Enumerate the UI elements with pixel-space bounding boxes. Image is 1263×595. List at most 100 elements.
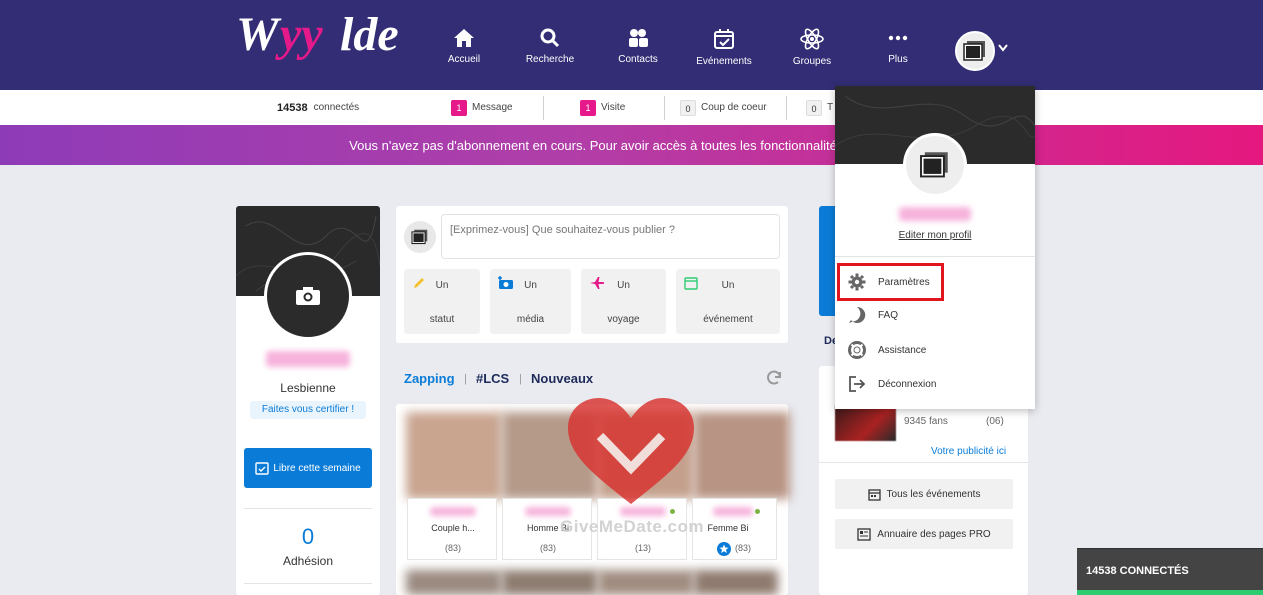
faq-menu-item[interactable]: ? FAQ [835, 298, 1035, 332]
post-travel-button[interactable]: Un voyage [581, 269, 666, 334]
tab-separator: | [464, 373, 467, 385]
edit-profile-link[interactable]: Editer mon profil [835, 230, 1035, 241]
availability-button[interactable]: Libre cette semaine [244, 448, 372, 488]
certify-link[interactable]: Faites vous certifier ! [250, 401, 366, 419]
crush-label: Coup de coeur [701, 102, 767, 113]
member-photo-blurred[interactable] [406, 412, 502, 499]
member-count: (83) [735, 543, 752, 553]
page-thumbnail[interactable] [835, 405, 896, 441]
tab-nouveaux[interactable]: Nouveaux [531, 371, 593, 386]
fans-number: (06) [986, 416, 1004, 427]
member-count: (13) [634, 543, 651, 553]
member-card[interactable]: Femme Bi (83) [692, 498, 777, 560]
svg-text:yy: yy [275, 8, 323, 61]
nav-search-label: Recherche [525, 54, 575, 65]
message-badge: 1 [451, 99, 467, 116]
post-status-line1: Un [435, 280, 449, 291]
divider [244, 583, 372, 584]
post-event-button[interactable]: Un événement [676, 269, 780, 334]
nav-search[interactable]: Recherche [510, 28, 590, 65]
atom-icon [800, 28, 824, 50]
post-travel-line1: Un [617, 280, 630, 291]
member-type: Couple h... [431, 523, 475, 533]
post-event-line2: événement [703, 314, 753, 325]
post-media-line2: média [516, 314, 545, 325]
member-card[interactable]: Couple h... (83) [407, 498, 497, 560]
member-name-blurred [620, 507, 666, 516]
subscription-banner: Vous n'avez pas d'abonnement en cours. P… [0, 125, 1263, 165]
logout-menu-item[interactable]: Déconnexion [835, 367, 1035, 401]
question-icon: ? [849, 306, 866, 323]
visit-badge: 1 [580, 99, 596, 116]
other-stat-link[interactable]: 0T [806, 90, 833, 125]
member-photo-blurred[interactable] [694, 412, 790, 499]
photo-placeholder-icon [920, 152, 948, 178]
message-label: Message [472, 102, 513, 113]
adhesion-label: Adhésion [282, 554, 334, 568]
user-avatar-button[interactable] [955, 31, 995, 71]
wyylde-logo[interactable]: W yy lde [236, 6, 411, 76]
all-events-label: Tous les événements [886, 488, 981, 500]
nav-home-label: Accueil [447, 54, 481, 65]
assistance-menu-item[interactable]: Assistance [835, 333, 1035, 367]
photo-placeholder-icon [411, 229, 428, 245]
logout-icon [849, 376, 866, 392]
other-badge: 0 [806, 99, 822, 116]
divider [819, 462, 1028, 463]
adhesion-count[interactable]: 0 [236, 524, 380, 550]
member-photo-blurred[interactable] [598, 570, 694, 595]
watermark-text: GiveMeDate.com [560, 517, 704, 536]
refresh-icon[interactable] [765, 369, 783, 387]
profile-avatar[interactable] [264, 252, 352, 340]
dropdown-username-blurred [899, 207, 971, 221]
more-icon [888, 35, 908, 41]
ad-link[interactable]: Votre publicité ici [931, 446, 1013, 457]
nav-contacts[interactable]: Contacts [598, 28, 678, 65]
post-status-button[interactable]: Un statut [404, 269, 480, 334]
member-name-blurred [430, 507, 476, 516]
pro-directory-button[interactable]: Annuaire des pages PRO [835, 519, 1013, 549]
svg-text:W: W [236, 8, 282, 61]
nav-more[interactable]: Plus [858, 28, 938, 65]
availability-label: Libre cette semaine [273, 462, 361, 474]
online-dot [670, 509, 675, 514]
messages-link[interactable]: 1 Message [451, 90, 513, 125]
member-photo-blurred[interactable] [406, 570, 502, 595]
post-input[interactable]: [Exprimez-vous] Que souhaitez-vous publi… [441, 214, 780, 259]
nav-groups[interactable]: Groupes [772, 28, 852, 67]
member-name-blurred [525, 507, 571, 516]
subscription-text: Vous n'avez pas d'abonnement en cours. P… [349, 137, 889, 153]
chevron-down-icon[interactable] [998, 44, 1008, 52]
nav-events-label: Evénements [696, 56, 752, 67]
nav-groups-label: Groupes [792, 56, 832, 67]
calendar-check-icon [255, 462, 270, 475]
faq-label: FAQ [878, 309, 899, 321]
nav-home[interactable]: Accueil [424, 28, 504, 65]
connected-number: 14538 [277, 101, 308, 114]
calendar-icon [867, 488, 881, 501]
tab-lcs[interactable]: #LCS [476, 371, 509, 386]
all-events-button[interactable]: Tous les événements [835, 479, 1013, 509]
pro-directory-label: Annuaire des pages PRO [877, 528, 991, 540]
svg-text:lde: lde [340, 8, 399, 61]
visits-link[interactable]: 1 Visite [580, 90, 625, 125]
crush-badge: 0 [680, 99, 696, 116]
nav-more-label: Plus [888, 54, 908, 65]
connected-label: connectés [313, 102, 360, 113]
dropdown-avatar[interactable] [903, 133, 967, 197]
tab-zapping[interactable]: Zapping [404, 371, 455, 386]
highlight-box [837, 263, 944, 301]
post-media-button[interactable]: Un média [490, 269, 571, 334]
calendar-icon [714, 29, 734, 49]
camera-icon [296, 287, 320, 305]
assistance-label: Assistance [878, 344, 927, 356]
contacts-icon [629, 29, 648, 47]
profile-username-blurred [266, 351, 350, 367]
tab-separator: | [519, 373, 522, 385]
member-photo-blurred[interactable] [502, 570, 598, 595]
crush-link[interactable]: 0 Coup de coeur [680, 90, 767, 125]
connected-footer-widget[interactable]: 14538 CONNECTÉS [1077, 548, 1263, 595]
nav-events[interactable]: Evénements [684, 28, 764, 67]
lifebuoy-icon [848, 341, 866, 359]
member-photo-blurred[interactable] [694, 570, 778, 595]
